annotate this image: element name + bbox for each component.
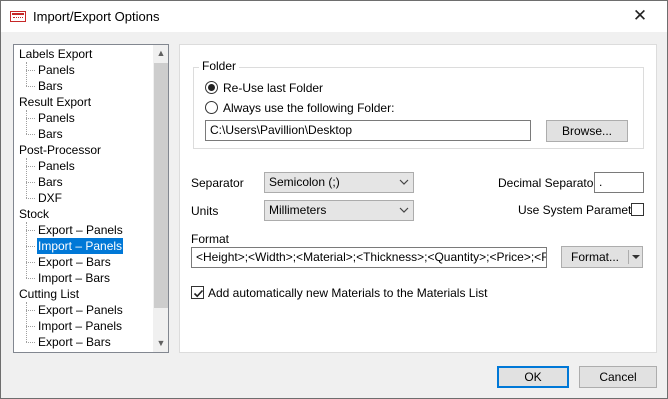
separator-value: Semicolon (;) <box>269 175 340 189</box>
split-divider <box>628 250 629 264</box>
tree-child-item[interactable]: Bars <box>37 78 64 94</box>
reuse-folder-radio[interactable] <box>205 81 218 94</box>
tree-connector <box>26 302 27 342</box>
tree-child-item[interactable]: DXF <box>37 190 63 206</box>
tree-connector <box>26 222 27 278</box>
tree-connector <box>26 310 35 311</box>
tree-child-item[interactable]: Export – Bars <box>37 334 112 350</box>
system-parameter-label[interactable]: Use System Parameter <box>518 203 642 217</box>
format-split-button[interactable]: Format... <box>561 246 643 268</box>
title-bar: Import/Export Options ✕ <box>1 1 667 32</box>
dropdown-arrow-icon[interactable] <box>631 247 641 267</box>
separator-label: Separator <box>191 176 244 190</box>
tree-connector <box>26 86 35 87</box>
tree-connector <box>26 158 27 198</box>
chevron-down-icon <box>399 173 409 192</box>
tree-child-item[interactable]: Export – Panels <box>37 302 124 318</box>
scroll-down-icon[interactable]: ▼ <box>153 335 168 352</box>
tree-connector <box>26 62 27 86</box>
always-folder-radio[interactable] <box>205 101 218 114</box>
scrollbar-thumb[interactable] <box>154 63 168 308</box>
cancel-button[interactable]: Cancel <box>579 366 657 388</box>
tree-connector <box>26 110 27 134</box>
tree-connector <box>26 230 35 231</box>
tree-connector <box>26 198 35 199</box>
units-select[interactable]: Millimeters <box>264 200 414 221</box>
add-materials-checkbox[interactable] <box>191 286 204 299</box>
separator-select[interactable]: Semicolon (;) <box>264 172 414 193</box>
folder-group-title: Folder <box>199 59 240 73</box>
tree-child-item[interactable]: Import – Panels <box>37 238 124 254</box>
folder-path-input[interactable]: C:\Users\Pavillion\Desktop <box>205 120 531 141</box>
tree-connector <box>26 70 35 71</box>
browse-button[interactable]: Browse... <box>546 120 628 142</box>
tree-group-item[interactable]: Stock <box>19 206 49 222</box>
tree-child-item[interactable]: Import – Panels <box>37 318 123 334</box>
tree-child-item[interactable]: Export – Bars <box>37 254 112 270</box>
tree-connector <box>26 342 35 343</box>
tree-child-item[interactable]: Import – Bars <box>37 270 111 286</box>
app-table-icon <box>10 11 26 22</box>
close-icon[interactable]: ✕ <box>627 4 653 28</box>
scroll-up-icon[interactable]: ▲ <box>153 45 168 62</box>
import-export-options-dialog: Import/Export Options ✕ Labels Export Pan… <box>0 0 668 399</box>
units-label: Units <box>191 204 219 218</box>
tree-connector <box>26 246 35 247</box>
options-tree[interactable]: Labels Export Panels Bars Result Export Pane… <box>13 44 169 353</box>
tree-connector <box>26 118 35 119</box>
tree-group-item[interactable]: Result Export <box>19 94 91 110</box>
tree-child-item[interactable]: Panels <box>37 110 76 126</box>
system-parameter-checkbox[interactable] <box>631 203 644 216</box>
checkmark-icon <box>193 289 204 298</box>
always-folder-label[interactable]: Always use the following Folder: <box>223 101 394 115</box>
tree-group-item[interactable]: Labels Export <box>19 46 92 62</box>
units-value: Millimeters <box>269 203 327 217</box>
tree-connector <box>26 326 35 327</box>
reuse-folder-label[interactable]: Re-Use last Folder <box>223 81 323 95</box>
tree-child-item[interactable]: Panels <box>37 158 76 174</box>
format-input[interactable]: <Height>;<Width>;<Material>;<Thickness>;… <box>191 247 547 268</box>
tree-group-item[interactable]: Post-Processor <box>19 142 101 158</box>
tree-connector <box>26 134 35 135</box>
tree-connector <box>26 182 35 183</box>
tree-child-item[interactable]: Panels <box>37 62 76 78</box>
ok-button[interactable]: OK <box>497 366 569 388</box>
tree-connector <box>26 166 35 167</box>
tree-connector <box>26 278 35 279</box>
tree-child-item[interactable]: Export – Panels <box>37 222 124 238</box>
chevron-down-icon <box>399 201 409 220</box>
tree-group-item[interactable]: Cutting List <box>19 286 79 302</box>
window-title: Import/Export Options <box>33 9 160 24</box>
tree-scrollbar[interactable]: ▲ ▼ <box>153 45 168 352</box>
format-label: Format <box>191 232 230 246</box>
decimal-separator-label: Decimal Separator <box>498 176 598 190</box>
tree-child-item[interactable]: Bars <box>37 126 64 142</box>
format-button-label[interactable]: Format... <box>571 250 619 264</box>
decimal-separator-input[interactable]: . <box>594 172 644 193</box>
tree-connector <box>26 262 35 263</box>
tree-child-item[interactable]: Bars <box>37 174 64 190</box>
add-materials-label[interactable]: Add automatically new Materials to the M… <box>208 286 487 300</box>
